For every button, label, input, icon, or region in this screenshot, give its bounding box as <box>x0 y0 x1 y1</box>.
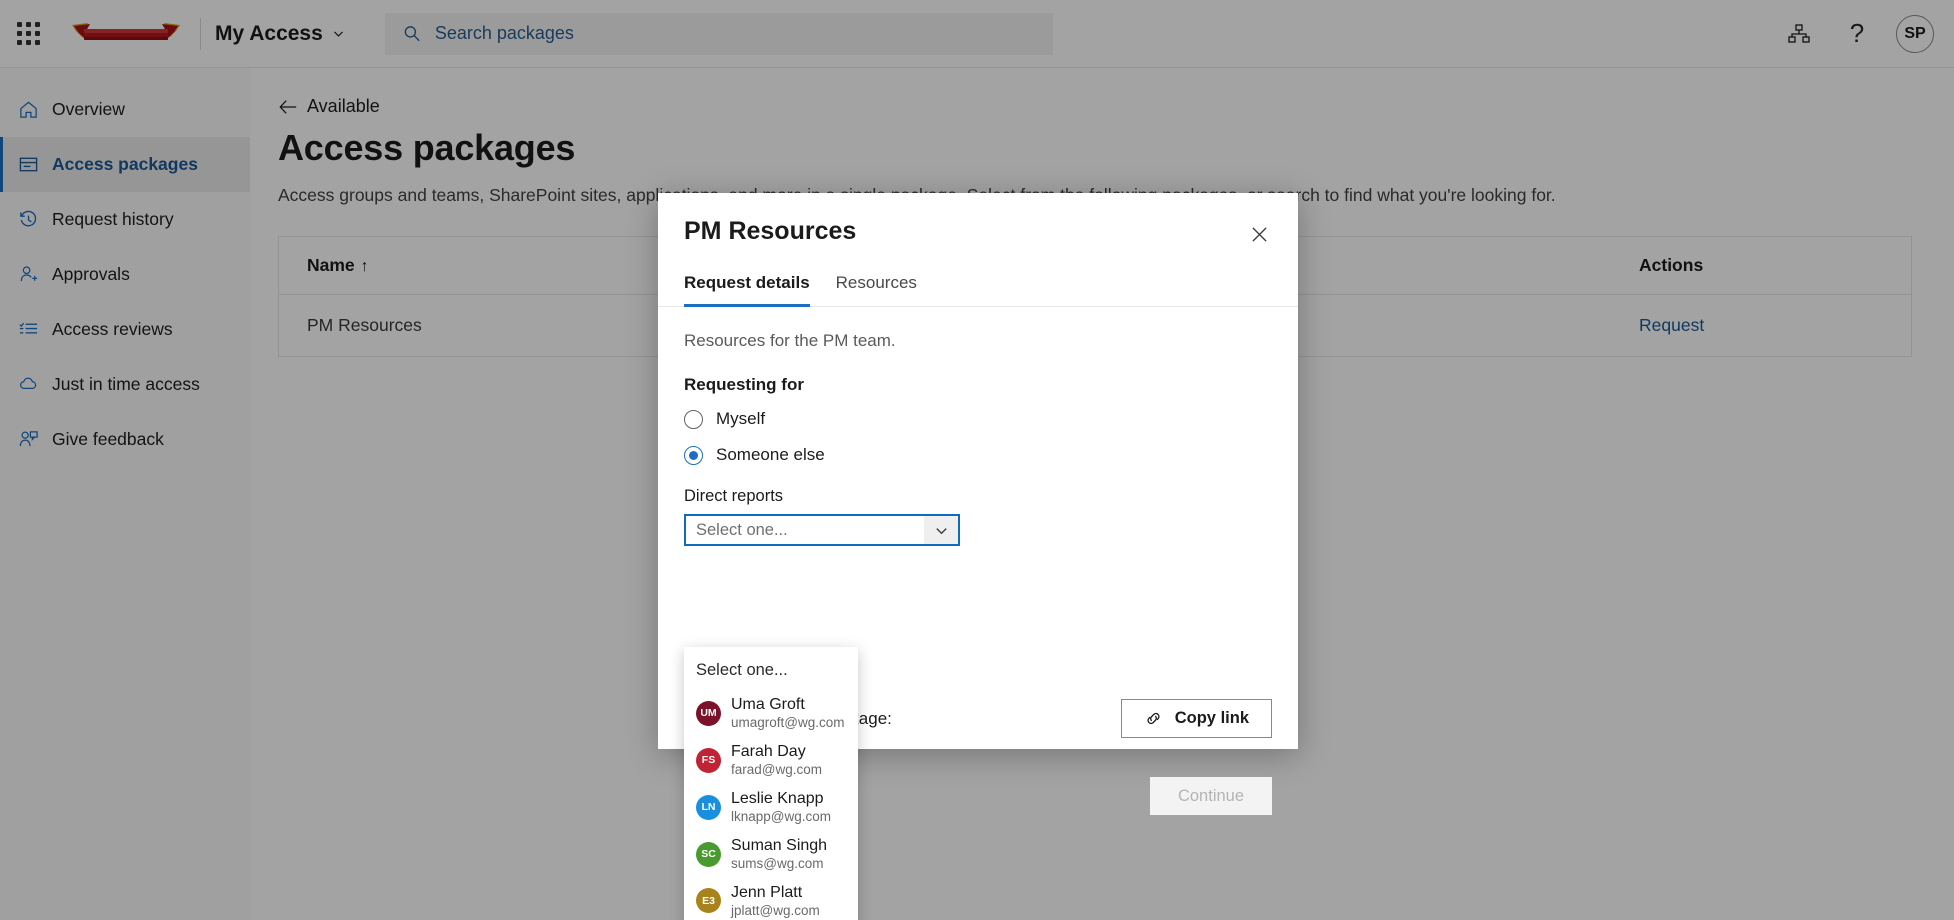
radio-someone-else-label: Someone else <box>716 445 825 465</box>
chevron-down-icon[interactable] <box>924 516 958 544</box>
direct-reports-dropdown-list: Select one... UM Uma Groft umagroft@wg.c… <box>684 647 858 920</box>
option-name: Leslie Knapp <box>731 789 831 809</box>
close-icon <box>1251 226 1268 243</box>
avatar: SC <box>696 842 721 867</box>
avatar: UM <box>696 701 721 726</box>
copy-link-button[interactable]: Copy link <box>1121 699 1272 738</box>
copy-link-label: Copy link <box>1175 709 1249 728</box>
option-email: sums@wg.com <box>731 856 827 873</box>
avatar: LN <box>696 795 721 820</box>
dialog-tabs: Request details Resources <box>658 251 1298 307</box>
radio-option-myself[interactable]: Myself <box>684 409 1272 429</box>
option-name: Suman Singh <box>731 836 827 856</box>
dropdown-option-farah-day[interactable]: FS Farah Day farad@wg.com <box>684 737 858 784</box>
continue-label: Continue <box>1178 787 1244 806</box>
avatar-initials: E3 <box>702 895 715 907</box>
option-text: Leslie Knapp lknapp@wg.com <box>731 789 831 826</box>
option-text: Farah Day farad@wg.com <box>731 742 822 779</box>
package-description: Resources for the PM team. <box>684 331 1272 351</box>
option-email: farad@wg.com <box>731 762 822 779</box>
direct-reports-selected-value: Select one... <box>686 521 788 540</box>
pm-resources-dialog: PM Resources Request details Resources R… <box>658 193 1298 749</box>
radio-someone-else-indicator <box>684 446 703 465</box>
option-email: umagroft@wg.com <box>731 715 845 732</box>
dialog-body: Resources for the PM team. Requesting fo… <box>658 307 1298 546</box>
option-text: Jenn Platt jplatt@wg.com <box>731 883 820 920</box>
option-text: Uma Groft umagroft@wg.com <box>731 695 845 732</box>
dropdown-option-uma-groft[interactable]: UM Uma Groft umagroft@wg.com <box>684 690 858 737</box>
tab-request-details[interactable]: Request details <box>684 273 810 307</box>
option-name: Uma Groft <box>731 695 845 715</box>
radio-myself-indicator <box>684 410 703 429</box>
avatar-initials: FS <box>702 754 715 766</box>
avatar-initials: LN <box>702 801 716 813</box>
option-email: jplatt@wg.com <box>731 903 820 920</box>
dropdown-option-placeholder[interactable]: Select one... <box>684 653 858 690</box>
option-name: Jenn Platt <box>731 883 820 903</box>
dropdown-option-suman-singh[interactable]: SC Suman Singh sums@wg.com <box>684 831 858 878</box>
avatar-initials: UM <box>700 707 716 719</box>
direct-reports-label: Direct reports <box>684 487 1272 506</box>
dialog-header: PM Resources <box>658 193 1298 251</box>
requesting-for-label: Requesting for <box>684 375 1272 395</box>
direct-reports-select[interactable]: Select one... <box>684 514 960 546</box>
dialog-title: PM Resources <box>684 217 856 246</box>
avatar: E3 <box>696 888 721 913</box>
app-root: My Access ? <box>0 0 1954 920</box>
close-button[interactable] <box>1242 217 1276 251</box>
avatar-initials: SC <box>701 848 716 860</box>
avatar: FS <box>696 748 721 773</box>
dropdown-option-jenn-platt[interactable]: E3 Jenn Platt jplatt@wg.com <box>684 878 858 920</box>
radio-option-someone-else[interactable]: Someone else <box>684 445 1272 465</box>
option-name: Farah Day <box>731 742 822 762</box>
continue-button[interactable]: Continue <box>1150 777 1272 815</box>
link-icon <box>1144 709 1163 728</box>
dropdown-option-leslie-knapp[interactable]: LN Leslie Knapp lknapp@wg.com <box>684 784 858 831</box>
option-text: Suman Singh sums@wg.com <box>731 836 827 873</box>
radio-myself-label: Myself <box>716 409 765 429</box>
option-email: lknapp@wg.com <box>731 809 831 826</box>
tab-resources[interactable]: Resources <box>836 273 917 307</box>
